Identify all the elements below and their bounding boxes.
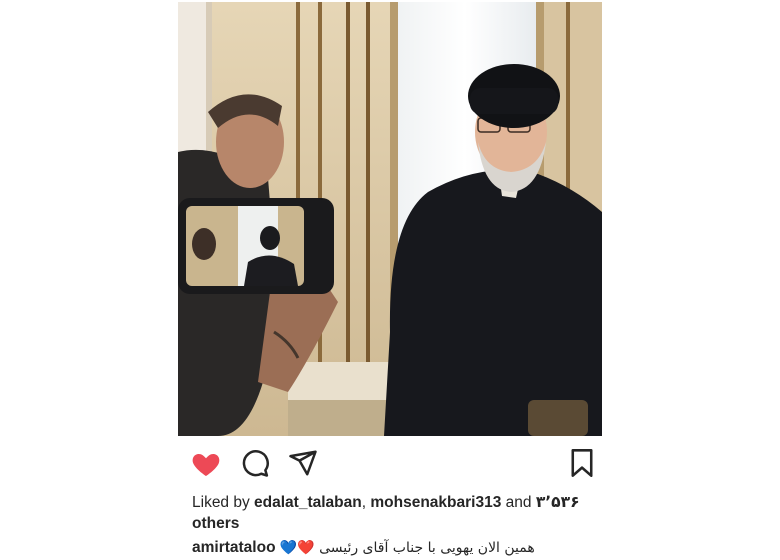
- caption-text: همین الان یهویی با جناب آقای رئیسی: [319, 540, 535, 556]
- likes-prefix: Liked by: [192, 494, 255, 511]
- caption-emoji: 💙❤️: [279, 539, 315, 555]
- heart-filled-icon[interactable]: [190, 448, 224, 482]
- caption-username[interactable]: amirtataloo: [192, 539, 276, 556]
- post-actions: [178, 448, 602, 482]
- post-photo[interactable]: [178, 2, 602, 436]
- likes-count[interactable]: ۳٬۵۳۶: [536, 494, 580, 511]
- likes-line: Liked by edalat_talaban, mohsenakbari313…: [192, 492, 597, 534]
- post-photo-illustration: [178, 2, 602, 436]
- likes-others[interactable]: others: [192, 515, 239, 532]
- post-caption: amirtataloo 💙❤️ همین الان یهویی با جناب …: [192, 537, 597, 559]
- bookmark-icon[interactable]: [568, 448, 602, 482]
- liker-username-2[interactable]: mohsenakbari313: [370, 494, 501, 511]
- likes-and: and: [501, 494, 536, 511]
- send-icon[interactable]: [288, 448, 322, 482]
- liker-username-1[interactable]: edalat_talaban: [254, 494, 362, 511]
- comment-icon[interactable]: [240, 448, 274, 482]
- instagram-post: Liked by edalat_talaban, mohsenakbari313…: [178, 2, 602, 560]
